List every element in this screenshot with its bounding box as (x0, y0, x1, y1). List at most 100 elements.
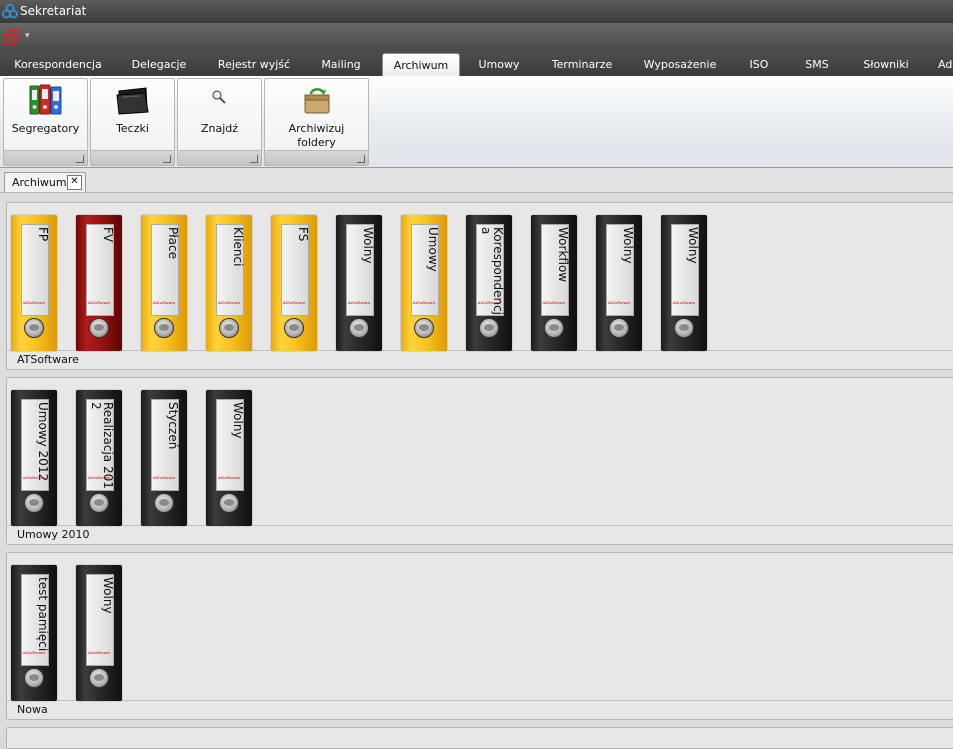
tab-slowniki[interactable]: Słowniki (855, 53, 917, 76)
binder-ring-icon[interactable] (674, 318, 694, 338)
shelf-partial (6, 727, 953, 749)
binder-brand-logo: AtSoftware (217, 300, 241, 305)
shelf-label: Umowy 2010 (17, 528, 90, 541)
binder-brand-logo: AtSoftware (217, 475, 241, 480)
binder-ring-icon[interactable] (89, 493, 109, 513)
binder-brand-logo: AtSoftware (22, 300, 46, 305)
binder-brand-logo: AtSoftware (412, 300, 436, 305)
binder-brand-logo: AtSoftware (87, 650, 111, 655)
ribbon-panel: Segregatory Teczki Znajdź Archiwizuj fol… (0, 76, 953, 168)
shelf-label: ATSoftware (17, 353, 79, 366)
binder[interactable]: Płace AtSoftware (141, 215, 187, 351)
binder-brand-logo: AtSoftware (477, 300, 501, 305)
binder[interactable]: Wolny AtSoftware (336, 215, 382, 351)
group-footer (265, 150, 368, 165)
tab-mailing[interactable]: Mailing (310, 53, 372, 76)
shelf-atsoftware: ATSoftware FP AtSoftware FV AtSoftware Płace… (6, 202, 953, 370)
shelf-umowy-2010: Umowy 2010 Umowy 2012 AtSoftware Realizacj… (6, 377, 953, 545)
binder-ring-icon[interactable] (414, 318, 434, 338)
tab-terminarze[interactable]: Terminarze (541, 53, 623, 76)
group-footer (4, 150, 87, 165)
binder-brand-logo: AtSoftware (152, 475, 176, 480)
ribbon-group-teczki[interactable]: Teczki (90, 78, 175, 166)
binder-ring-icon[interactable] (544, 318, 564, 338)
folder-icon (116, 87, 149, 115)
dialog-launcher-icon[interactable] (357, 155, 365, 163)
document-tab-bar: Archiwum ✕ (0, 168, 953, 193)
dialog-launcher-icon[interactable] (250, 155, 258, 163)
title-bar: Sekretariat (0, 0, 953, 23)
ribbon-group-znajdz[interactable]: Znajdź (177, 78, 262, 166)
tab-iso[interactable]: ISO (735, 53, 783, 76)
ribbon-tab-strip: Korespondencja Delegacje Rejestr wyjść M… (0, 51, 953, 77)
binder-brand-logo: AtSoftware (87, 475, 111, 480)
binder[interactable]: Wolny AtSoftware (596, 215, 642, 351)
binder-brand-logo: AtSoftware (347, 300, 371, 305)
binder-brand-logo: AtSoftware (87, 300, 111, 305)
binder[interactable]: FS AtSoftware (271, 215, 317, 351)
shelf-nowa: Nowa test pamięci AtSoftware Wolny AtSoftwa… (6, 552, 953, 720)
binder-ring-icon[interactable] (89, 668, 109, 688)
tab-ad[interactable]: Ad (938, 53, 953, 76)
tab-delegacje[interactable]: Delegacje (120, 53, 198, 76)
binder[interactable]: Wolny AtSoftware (661, 215, 707, 351)
archive-recycle-icon (304, 88, 330, 114)
segregatory-label: Segregatory (11, 122, 80, 135)
tab-archiwum[interactable]: Archiwum (382, 53, 460, 77)
binder-ring-icon[interactable] (24, 493, 44, 513)
binder-brand-logo: AtSoftware (22, 650, 46, 655)
tab-rejestr-wyjsc[interactable]: Rejestr wyjść (208, 53, 300, 76)
binder[interactable]: FP AtSoftware (11, 215, 57, 351)
binder-ring-icon[interactable] (284, 318, 304, 338)
magnifier-icon (212, 90, 226, 104)
binder[interactable]: Klienci AtSoftware (206, 215, 252, 351)
tab-wyposazenie[interactable]: Wyposażenie (637, 53, 723, 76)
binder-ring-icon[interactable] (154, 318, 174, 338)
binder-ring-icon[interactable] (479, 318, 499, 338)
binder-ring-icon[interactable] (24, 318, 44, 338)
close-icon[interactable]: ✕ (67, 175, 82, 190)
document-tab-archiwum[interactable]: Archiwum ✕ (4, 172, 86, 192)
tab-korespondencja[interactable]: Korespondencja (8, 53, 108, 76)
binder[interactable]: FV AtSoftware (76, 215, 122, 351)
binder[interactable]: Korespondencja AtSoftware (466, 215, 512, 351)
binder-brand-logo: AtSoftware (152, 300, 176, 305)
dialog-launcher-icon[interactable] (163, 155, 171, 163)
ribbon-group-archiwizuj[interactable]: Archiwizuj foldery Windows (264, 78, 369, 166)
group-footer (91, 150, 174, 165)
tab-sms[interactable]: SMS (794, 53, 840, 76)
ribbon-group-segregatory[interactable]: Segregatory (3, 78, 88, 166)
binder-ring-icon[interactable] (609, 318, 629, 338)
binder[interactable]: Realizacja 2012 AtSoftware (76, 390, 122, 526)
binder[interactable]: Workflow AtSoftware (531, 215, 577, 351)
binder[interactable]: Wolny AtSoftware (76, 565, 122, 701)
shelf-label: Nowa (17, 703, 48, 716)
binder[interactable]: Wolny AtSoftware (206, 390, 252, 526)
binder-ring-icon[interactable] (24, 668, 44, 688)
binder[interactable]: Umowy 2012 AtSoftware (11, 390, 57, 526)
group-footer (178, 150, 261, 165)
tab-umowy[interactable]: Umowy (467, 53, 531, 76)
binder-ring-icon[interactable] (219, 318, 239, 338)
binder-ring-icon[interactable] (349, 318, 369, 338)
chevron-down-icon[interactable]: ▾ (25, 31, 30, 41)
window-title: Sekretariat (20, 4, 87, 18)
teczki-label: Teczki (116, 122, 149, 135)
binder[interactable]: test pamięci AtSoftware (11, 565, 57, 701)
binder-brand-logo: AtSoftware (542, 300, 566, 305)
binder-brand-logo: AtSoftware (22, 475, 46, 480)
windows-restore-icon[interactable] (4, 29, 20, 45)
binder-brand-logo: AtSoftware (672, 300, 696, 305)
binder-brand-logo: AtSoftware (282, 300, 306, 305)
dialog-launcher-icon[interactable] (76, 155, 84, 163)
quick-access-toolbar: ▾ (0, 23, 953, 51)
znajdz-label: Znajdź (200, 122, 239, 135)
binder-ring-icon[interactable] (89, 318, 109, 338)
binder-ring-icon[interactable] (219, 493, 239, 513)
binder-brand-logo: AtSoftware (607, 300, 631, 305)
binder[interactable]: Styczeń AtSoftware (141, 390, 187, 526)
archive-content: ATSoftware FP AtSoftware FV AtSoftware Płace… (0, 193, 953, 749)
binder-ring-icon[interactable] (154, 493, 174, 513)
binder[interactable]: Umowy AtSoftware (401, 215, 447, 351)
binders-icon (29, 84, 62, 115)
